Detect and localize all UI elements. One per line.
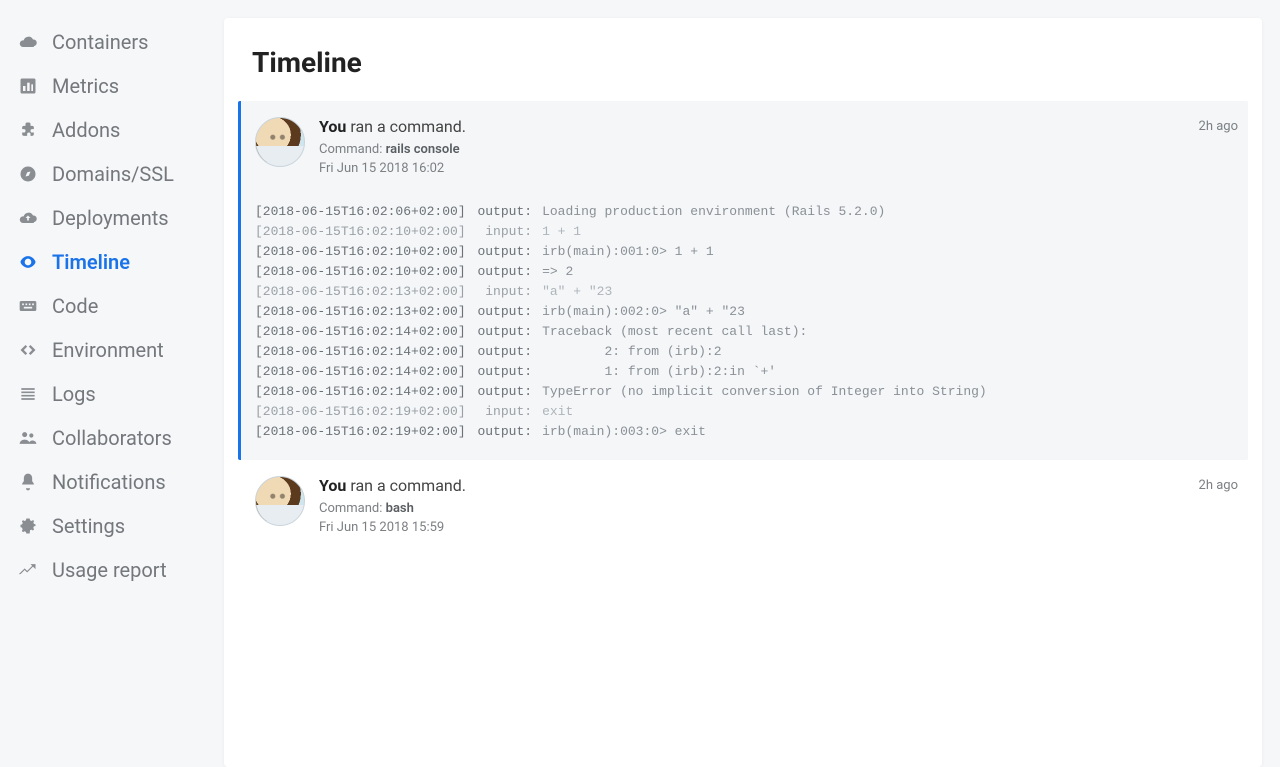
event-header: You ran a command. Command: bash Fri Jun 1… — [255, 476, 1238, 535]
sidebar-item-environment[interactable]: Environment — [0, 328, 224, 372]
main-panel: Timeline You ran a command. Command: rail… — [224, 18, 1262, 767]
angle-brackets-icon — [16, 340, 40, 360]
sidebar-item-label: Code — [52, 294, 98, 318]
cloud-up-icon — [16, 208, 40, 228]
sidebar-item-metrics[interactable]: Metrics — [0, 64, 224, 108]
sidebar-item-label: Collaborators — [52, 426, 172, 450]
sidebar-item-label: Addons — [52, 118, 120, 142]
console-line-input: [2018-06-15T16:02:19+02:00] input: exit — [255, 402, 1238, 422]
sidebar-item-label: Usage report — [52, 558, 167, 582]
event-command: Command: rails console — [319, 142, 1199, 157]
sidebar-item-timeline[interactable]: Timeline — [0, 240, 224, 284]
sidebar-item-label: Domains/SSL — [52, 162, 174, 186]
sidebar-item-label: Containers — [52, 30, 149, 54]
console-line-output: [2018-06-15T16:02:06+02:00] output: Load… — [255, 202, 1238, 222]
page-title: Timeline — [224, 46, 1262, 101]
event-relative-time: 2h ago — [1199, 476, 1238, 493]
console-line-input: [2018-06-15T16:02:10+02:00] input: 1 + 1 — [255, 222, 1238, 242]
sidebar: Containers Metrics Addons Domains/SSL Deploy… — [0, 0, 224, 767]
bell-icon — [16, 472, 40, 492]
lines-icon — [16, 384, 40, 404]
sidebar-item-containers[interactable]: Containers — [0, 20, 224, 64]
avatar — [255, 476, 305, 526]
event-timestamp: Fri Jun 15 2018 15:59 — [319, 520, 1199, 535]
compass-icon — [16, 164, 40, 184]
sidebar-item-settings[interactable]: Settings — [0, 504, 224, 548]
sidebar-item-addons[interactable]: Addons — [0, 108, 224, 152]
sidebar-item-usage-report[interactable]: Usage report — [0, 548, 224, 592]
console-line-input: [2018-06-15T16:02:13+02:00] input: "a" +… — [255, 282, 1238, 302]
cloud-icon — [16, 32, 40, 52]
event-timestamp: Fri Jun 15 2018 16:02 — [319, 161, 1199, 176]
console-line-output: [2018-06-15T16:02:13+02:00] output: irb(… — [255, 302, 1238, 322]
sidebar-item-label: Deployments — [52, 206, 169, 230]
console-line-output: [2018-06-15T16:02:19+02:00] output: irb(… — [255, 422, 1238, 442]
puzzle-icon — [16, 120, 40, 140]
sidebar-item-label: Timeline — [52, 250, 130, 274]
console-line-output: [2018-06-15T16:02:14+02:00] output: Trac… — [255, 322, 1238, 342]
sidebar-item-label: Notifications — [52, 470, 166, 494]
avatar — [255, 117, 305, 167]
eye-icon — [16, 252, 40, 272]
console-line-output: [2018-06-15T16:02:14+02:00] output: 1: f… — [255, 362, 1238, 382]
timeline-events: You ran a command. Command: rails console… — [224, 101, 1262, 767]
keyboard-icon — [16, 296, 40, 316]
console-output: [2018-06-15T16:02:06+02:00] output: Load… — [255, 200, 1238, 444]
event-relative-time: 2h ago — [1199, 117, 1238, 134]
bar-chart-icon — [16, 76, 40, 96]
event-title: You ran a command. — [319, 117, 1199, 136]
sidebar-item-domains-ssl[interactable]: Domains/SSL — [0, 152, 224, 196]
event-command: Command: bash — [319, 501, 1199, 516]
sidebar-item-collaborators[interactable]: Collaborators — [0, 416, 224, 460]
console-line-output: [2018-06-15T16:02:10+02:00] output: irb(… — [255, 242, 1238, 262]
console-line-output: [2018-06-15T16:02:14+02:00] output: 2: f… — [255, 342, 1238, 362]
sidebar-item-label: Logs — [52, 382, 96, 406]
sidebar-item-logs[interactable]: Logs — [0, 372, 224, 416]
timeline-event[interactable]: You ran a command. Command: rails console… — [238, 101, 1248, 460]
event-header: You ran a command. Command: rails console… — [255, 117, 1238, 176]
sidebar-item-notifications[interactable]: Notifications — [0, 460, 224, 504]
timeline-event[interactable]: You ran a command. Command: bash Fri Jun 1… — [238, 460, 1248, 551]
gear-icon — [16, 516, 40, 536]
sidebar-item-code[interactable]: Code — [0, 284, 224, 328]
sidebar-item-label: Environment — [52, 338, 164, 362]
console-line-output: [2018-06-15T16:02:14+02:00] output: Type… — [255, 382, 1238, 402]
trend-icon — [16, 560, 40, 580]
sidebar-item-label: Settings — [52, 514, 125, 538]
people-icon — [16, 428, 40, 448]
event-title: You ran a command. — [319, 476, 1199, 495]
sidebar-item-label: Metrics — [52, 74, 119, 98]
sidebar-item-deployments[interactable]: Deployments — [0, 196, 224, 240]
console-line-output: [2018-06-15T16:02:10+02:00] output: => 2 — [255, 262, 1238, 282]
